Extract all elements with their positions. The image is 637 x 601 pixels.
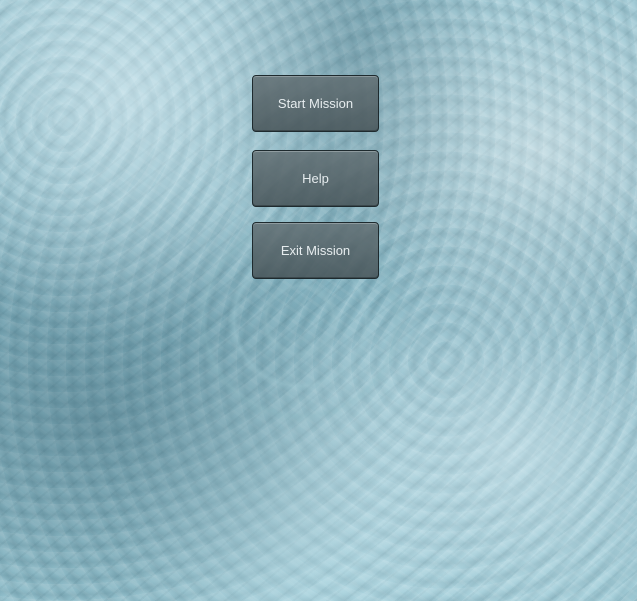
start-mission-button[interactable]: Start Mission: [252, 75, 379, 132]
help-label: Help: [302, 171, 329, 186]
water-background: Start Mission Help Exit Mission: [0, 0, 637, 601]
exit-mission-button[interactable]: Exit Mission: [252, 222, 379, 279]
start-mission-label: Start Mission: [277, 96, 354, 111]
exit-mission-label: Exit Mission: [280, 243, 351, 258]
help-button[interactable]: Help: [252, 150, 379, 207]
